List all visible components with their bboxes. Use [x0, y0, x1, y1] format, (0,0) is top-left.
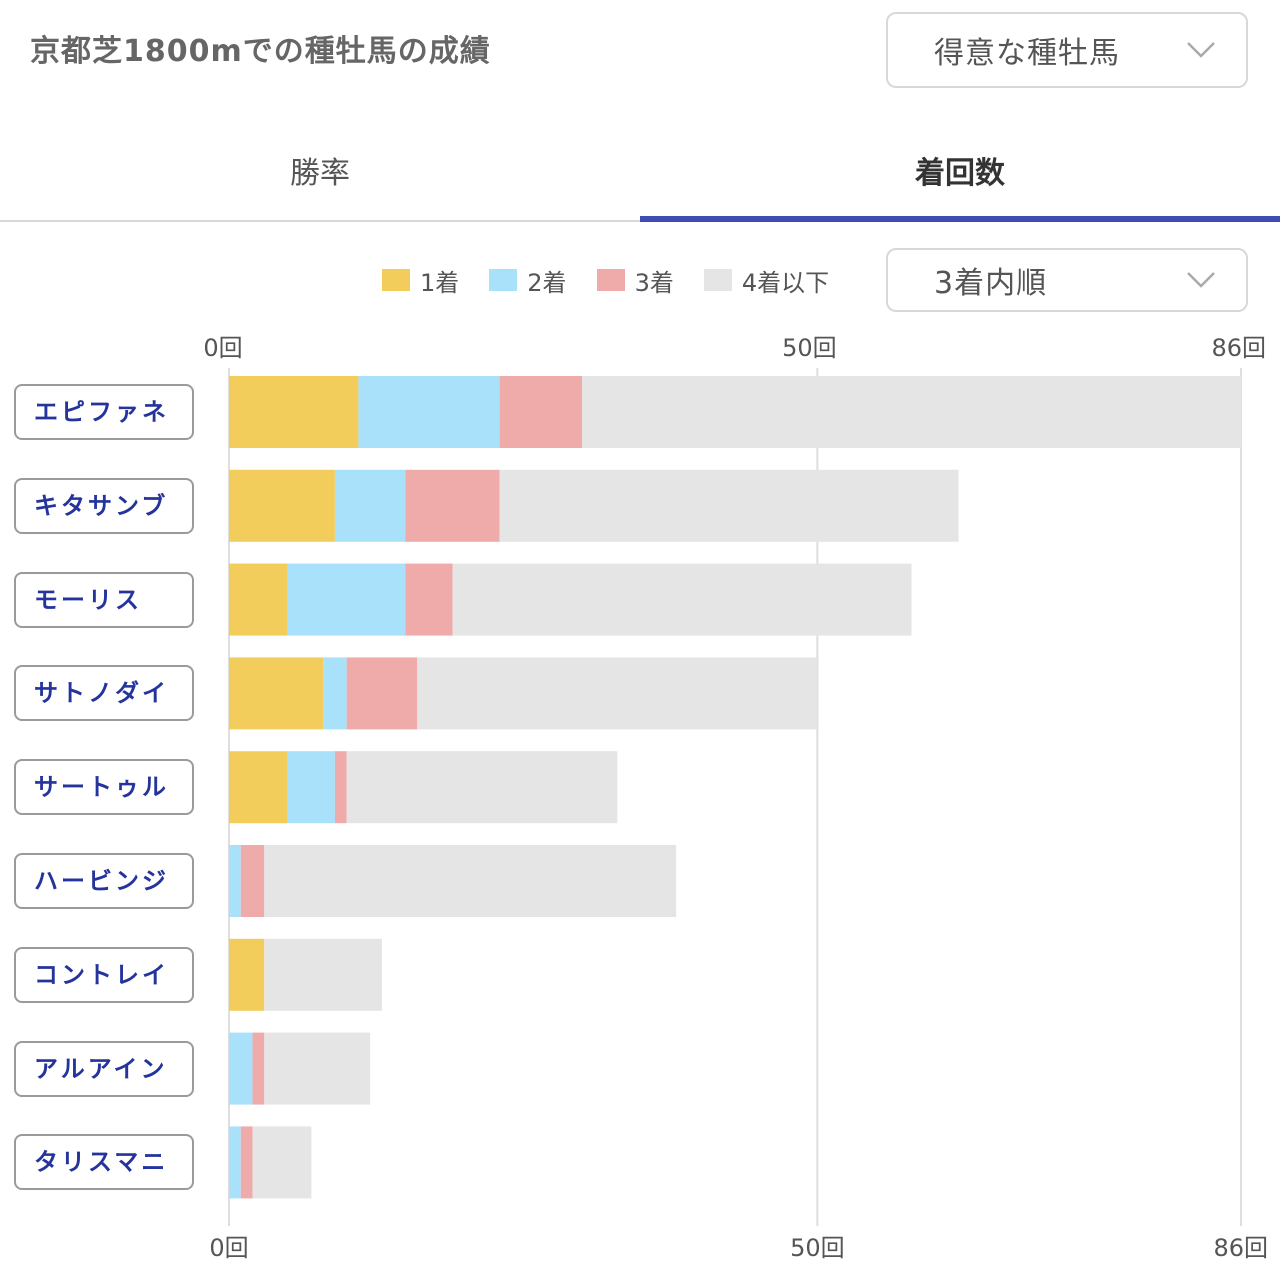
bar-segment [287, 563, 406, 636]
bar-segment [240, 1126, 253, 1199]
x-tick-label-top-86: 86回 [1211, 334, 1266, 362]
bar-segment [229, 563, 288, 636]
sire-name-button[interactable]: サートゥル [14, 759, 194, 816]
bar-segment [229, 657, 324, 730]
bar-segment [452, 563, 912, 636]
bar-segment [334, 469, 406, 542]
bar-segment [264, 845, 677, 917]
sire-name-button[interactable]: アルアイン [14, 1040, 194, 1097]
bar-segment [358, 376, 500, 448]
bar-segment [264, 1032, 371, 1105]
bar-segment [582, 376, 1241, 448]
bar-segment [229, 376, 359, 448]
sire-name-button[interactable]: コントレイ [14, 946, 194, 1003]
bar-segment [323, 657, 347, 730]
sire-name-button[interactable]: キタサンブ [14, 477, 194, 534]
sire-name-button[interactable]: タリスマニ [14, 1134, 194, 1191]
bar-segment [346, 657, 418, 730]
bar-segment [229, 1032, 253, 1105]
bar-segment [229, 751, 288, 824]
bar-segment [499, 376, 583, 448]
sire-name-button[interactable]: エピファネ [14, 384, 194, 440]
bar-segment [417, 657, 818, 730]
bar-segment [287, 751, 335, 824]
bar-segment [334, 751, 347, 824]
bar-segment [405, 563, 453, 636]
bar-segment [229, 845, 241, 917]
x-tick-label-bottom-0: 0回 [209, 1234, 248, 1262]
x-tick-label-top-0: 0回 [203, 334, 242, 362]
bar-segment [252, 1126, 312, 1199]
x-tick-label-bottom-86: 86回 [1213, 1234, 1268, 1262]
bar-segment [229, 1126, 241, 1199]
bar-segment [240, 845, 265, 917]
bar-segment [346, 751, 618, 824]
bar-segment [229, 938, 265, 1011]
bar-segment [252, 1032, 265, 1105]
bar-segment [264, 938, 382, 1011]
x-tick-label-top-50: 50回 [782, 334, 837, 362]
bar-segment [499, 469, 959, 542]
sire-name-button[interactable]: モーリス [14, 571, 194, 628]
sire-name-button[interactable]: サトノダイ [14, 665, 194, 722]
sire-name-button[interactable]: ハービンジ [14, 853, 194, 909]
x-tick-label-bottom-50: 50回 [790, 1234, 845, 1262]
bar-segment [405, 469, 500, 542]
bar-segment [229, 469, 335, 542]
